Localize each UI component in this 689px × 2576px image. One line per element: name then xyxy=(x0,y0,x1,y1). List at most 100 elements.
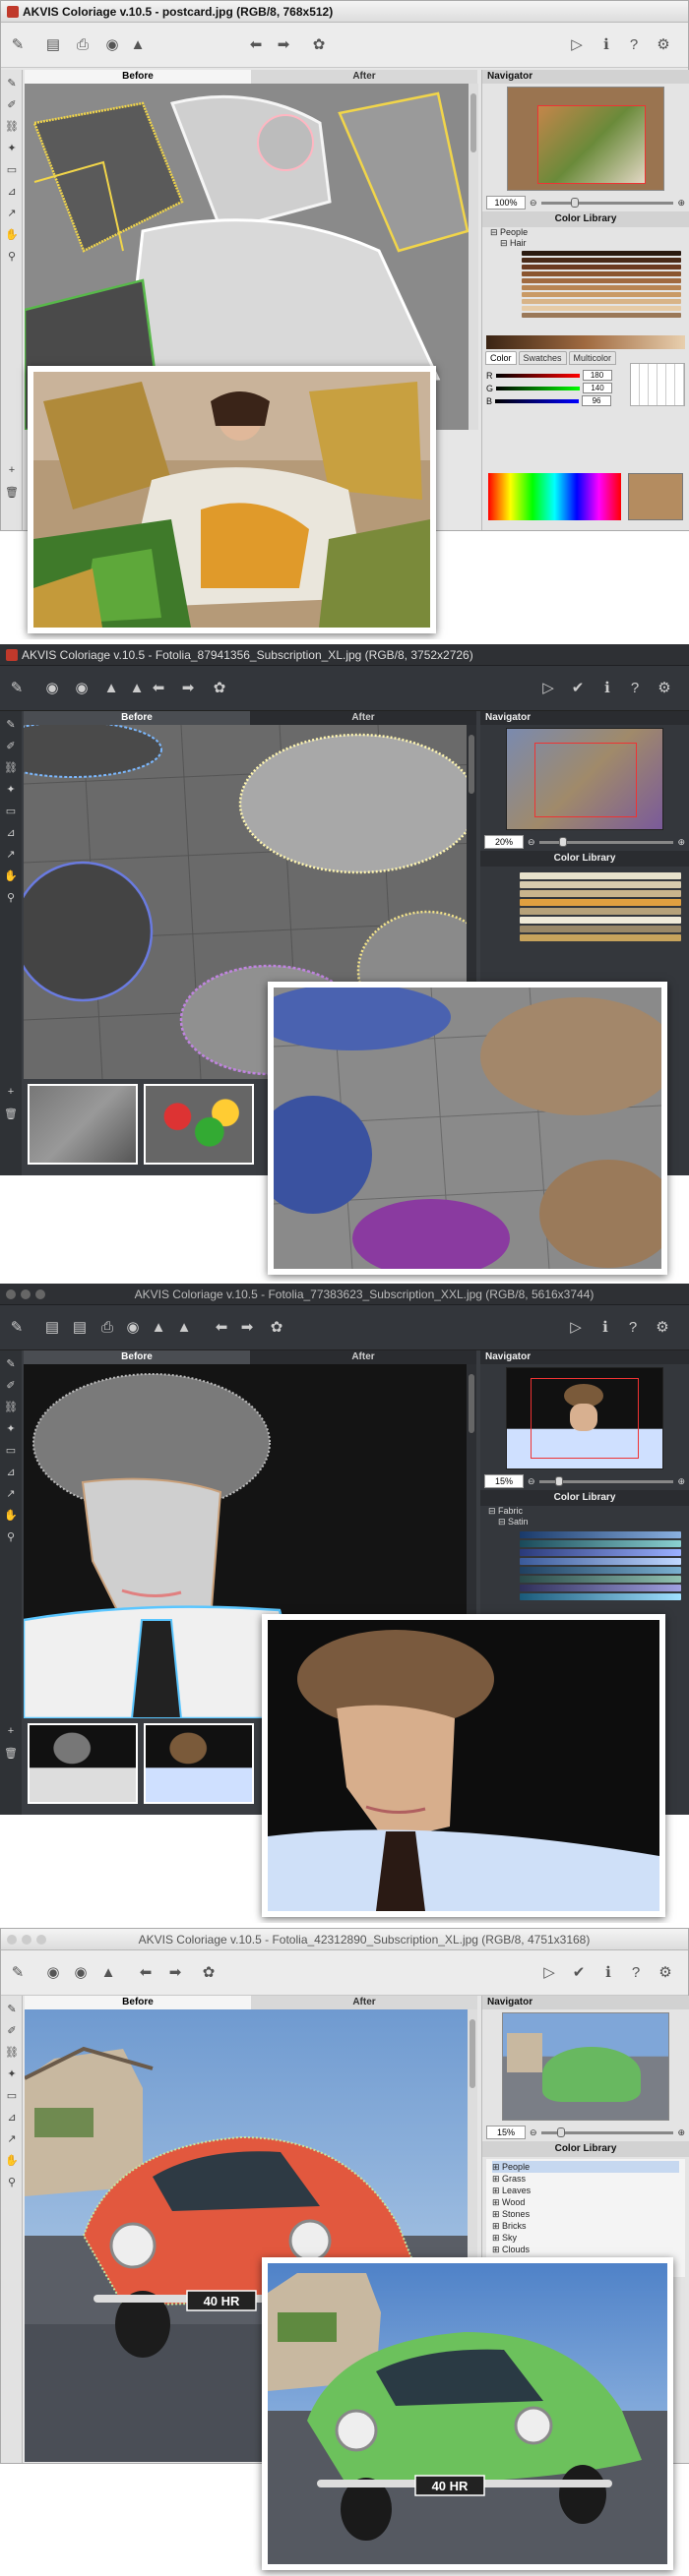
load-strokes-icon[interactable]: ▲ xyxy=(97,1961,119,1983)
info-icon[interactable]: ℹ xyxy=(595,1316,616,1338)
navigator-preview[interactable] xyxy=(506,728,663,830)
add-icon[interactable]: + xyxy=(2,1722,20,1740)
tab-before[interactable]: Before xyxy=(24,711,250,725)
strokes-icon[interactable]: ✿ xyxy=(209,677,230,698)
navigator-preview[interactable] xyxy=(507,87,664,191)
settings-gear-icon[interactable]: ⚙ xyxy=(652,1316,673,1338)
tab-multicolor[interactable]: Multicolor xyxy=(568,351,617,365)
save-strokes-icon[interactable]: ◉ xyxy=(101,33,123,55)
brush-logo-icon[interactable]: ✎ xyxy=(6,677,28,698)
navigator-preview[interactable] xyxy=(506,1367,663,1469)
undo-icon[interactable]: ⬅ xyxy=(211,1316,232,1338)
help-icon[interactable]: ? xyxy=(624,677,646,698)
add-icon[interactable]: + xyxy=(2,1083,20,1101)
tab-after[interactable]: After xyxy=(251,1996,477,2009)
tree-item-hair[interactable]: ⊟ Hair xyxy=(490,238,689,249)
eyedropper-icon[interactable]: ⊿ xyxy=(2,823,20,841)
redo-icon[interactable]: ➡ xyxy=(273,33,294,55)
chain-icon[interactable]: ⛓ xyxy=(2,1398,20,1415)
keep-pencil-icon[interactable]: ✐ xyxy=(3,95,21,113)
red-value[interactable]: 180 xyxy=(582,370,612,381)
brush-logo-icon[interactable]: ✎ xyxy=(7,1961,29,1983)
zoom-out-icon[interactable]: ⊖ xyxy=(530,198,537,209)
tab-before[interactable]: Before xyxy=(25,1996,251,2009)
pencil-icon[interactable]: ✎ xyxy=(3,2000,21,2017)
tab-before[interactable]: Before xyxy=(25,70,251,84)
print-icon[interactable]: ⎙ xyxy=(72,33,94,55)
chain-icon[interactable]: ⛓ xyxy=(3,117,21,135)
thumbnail-2[interactable] xyxy=(144,1084,254,1165)
load-strokes-icon[interactable]: ▲ xyxy=(100,677,122,698)
zoom-out-icon[interactable]: ⊖ xyxy=(528,1476,535,1487)
thumbnail-1[interactable] xyxy=(28,1084,138,1165)
zoom-icon[interactable]: ⚲ xyxy=(2,888,20,906)
undo-icon[interactable]: ⬅ xyxy=(148,677,169,698)
tree-item-leaves[interactable]: ⊞ Leaves xyxy=(492,2185,679,2196)
load-strokes-icon[interactable]: ▲ xyxy=(127,33,149,55)
zoom-out-icon[interactable]: ⊖ xyxy=(530,2127,537,2138)
zoom-in-icon[interactable]: ⊕ xyxy=(677,198,685,209)
tab-swatches[interactable]: Swatches xyxy=(518,351,567,365)
chain-icon[interactable]: ⛓ xyxy=(3,2043,21,2061)
clear-icon[interactable]: ▲ xyxy=(173,1316,195,1338)
magic-tube-icon[interactable]: ✦ xyxy=(2,780,20,798)
select-icon[interactable]: ↗ xyxy=(3,2129,21,2147)
zoom-icon[interactable]: ⚲ xyxy=(2,1528,20,1545)
run-icon[interactable]: ▷ xyxy=(566,33,588,55)
keep-pencil-icon[interactable]: ✐ xyxy=(3,2021,21,2039)
run-icon[interactable]: ▷ xyxy=(565,1316,587,1338)
hand-icon[interactable]: ✋ xyxy=(2,867,20,884)
zoom-slider[interactable] xyxy=(540,2127,674,2137)
run-icon[interactable]: ▷ xyxy=(537,677,559,698)
pencil-icon[interactable]: ✎ xyxy=(2,1354,20,1372)
zoom-in-icon[interactable]: ⊕ xyxy=(677,1476,685,1487)
open-icon[interactable]: ◉ xyxy=(41,677,63,698)
zoom-field[interactable]: 20% xyxy=(484,835,524,849)
delete-icon[interactable]: 🗑 xyxy=(3,483,21,501)
redo-icon[interactable]: ➡ xyxy=(164,1961,186,1983)
strokes-icon[interactable]: ✿ xyxy=(198,1961,219,1983)
brush-logo-icon[interactable]: ✎ xyxy=(7,33,29,55)
tree-item-stones[interactable]: ⊞ Stones xyxy=(492,2208,679,2220)
hand-icon[interactable]: ✋ xyxy=(3,225,21,243)
select-icon[interactable]: ↗ xyxy=(2,1484,20,1502)
zoom-field[interactable]: 15% xyxy=(486,2126,526,2139)
zoom-icon[interactable]: ⚲ xyxy=(3,2173,21,2190)
zoom-field[interactable]: 100% xyxy=(486,196,526,210)
tree-item-fabric[interactable]: ⊟ Fabric xyxy=(488,1506,689,1517)
keep-pencil-icon[interactable]: ✐ xyxy=(2,737,20,754)
tab-color[interactable]: Color xyxy=(485,351,517,365)
tree-item-people[interactable]: ⊞ People xyxy=(492,2161,679,2173)
help-icon[interactable]: ? xyxy=(623,33,645,55)
load-strokes-icon[interactable]: ◉ xyxy=(122,1316,144,1338)
tree-item-bricks[interactable]: ⊞ Bricks xyxy=(492,2220,679,2232)
strokes-icon[interactable]: ✿ xyxy=(308,33,330,55)
tree-item-people[interactable]: ⊟ People xyxy=(490,227,689,238)
thumbnail-1[interactable] xyxy=(28,1723,138,1804)
magic-tube-icon[interactable]: ✦ xyxy=(2,1419,20,1437)
close-icon[interactable] xyxy=(7,1935,17,1945)
green-value[interactable]: 140 xyxy=(583,383,613,393)
tab-after[interactable]: After xyxy=(251,70,477,84)
apply-icon[interactable]: ✔ xyxy=(568,1961,590,1983)
pencil-icon[interactable]: ✎ xyxy=(2,715,20,733)
eyedropper-icon[interactable]: ⊿ xyxy=(3,2108,21,2126)
help-icon[interactable]: ? xyxy=(622,1316,644,1338)
tree-item-clouds[interactable]: ⊞ Clouds xyxy=(492,2244,679,2255)
green-slider[interactable] xyxy=(496,386,581,390)
open-icon[interactable]: ▤ xyxy=(41,1316,63,1338)
chain-icon[interactable]: ⛓ xyxy=(2,758,20,776)
eraser-icon[interactable]: ▭ xyxy=(2,1441,20,1459)
magic-tube-icon[interactable]: ✦ xyxy=(3,139,21,156)
info-icon[interactable]: ℹ xyxy=(596,677,618,698)
info-icon[interactable]: ℹ xyxy=(595,33,617,55)
save-icon[interactable]: ◉ xyxy=(70,1961,92,1983)
minimize-icon[interactable] xyxy=(22,1935,31,1945)
maximize-icon[interactable] xyxy=(36,1935,46,1945)
blue-slider[interactable] xyxy=(495,398,580,403)
eyedropper-icon[interactable]: ⊿ xyxy=(2,1463,20,1480)
tab-after[interactable]: After xyxy=(250,1350,476,1364)
zoom-slider[interactable] xyxy=(538,1475,674,1486)
tree-item-wood[interactable]: ⊞ Wood xyxy=(492,2196,679,2208)
tab-after[interactable]: After xyxy=(250,711,476,725)
